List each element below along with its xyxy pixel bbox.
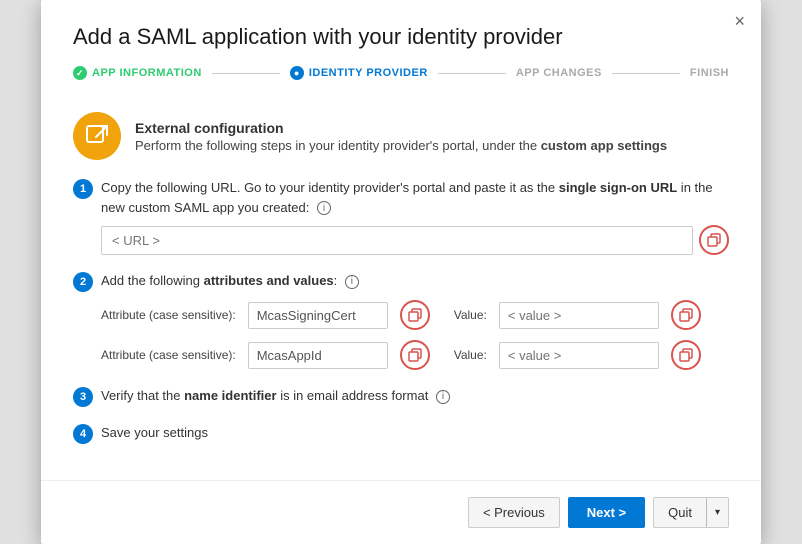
attr1-copy-button[interactable] xyxy=(400,300,430,330)
attr-input-1[interactable] xyxy=(248,302,388,329)
section-title: External configuration xyxy=(135,120,667,136)
step1-num: 1 xyxy=(73,179,93,199)
instruction-step2: 2 Add the following attributes and value… xyxy=(73,271,729,370)
step3-num: 3 xyxy=(73,387,93,407)
step1-info-icon[interactable]: i xyxy=(317,201,331,215)
section-description: External configuration Perform the follo… xyxy=(135,120,667,153)
section-header: External configuration Perform the follo… xyxy=(73,112,729,160)
next-button[interactable]: Next > xyxy=(568,497,645,528)
step-check-icon: ✓ xyxy=(73,66,87,80)
attr-label-1: Attribute (case sensitive): xyxy=(101,308,236,322)
step-divider-2 xyxy=(438,73,506,74)
url-copy-button[interactable] xyxy=(699,225,729,255)
value2-copy-button[interactable] xyxy=(671,340,701,370)
previous-button[interactable]: < Previous xyxy=(468,497,560,528)
step2-row: 2 Add the following attributes and value… xyxy=(73,271,729,292)
value-input-1[interactable] xyxy=(499,302,659,329)
step-divider-1 xyxy=(212,73,280,74)
step3-row: 3 Verify that the name identifier is in … xyxy=(73,386,729,407)
step2-num: 2 xyxy=(73,272,93,292)
step1-row: 1 Copy the following URL. Go to your ide… xyxy=(73,178,729,217)
dialog-footer: < Previous Next > Quit ▾ xyxy=(41,480,761,544)
attr2-copy-button[interactable] xyxy=(400,340,430,370)
attr-label-2: Attribute (case sensitive): xyxy=(101,348,236,362)
value-input-2[interactable] xyxy=(499,342,659,369)
step4-num: 4 xyxy=(73,424,93,444)
close-button[interactable]: × xyxy=(734,12,745,30)
step2-text: Add the following attributes and values:… xyxy=(101,271,729,291)
dialog-title: Add a SAML application with your identit… xyxy=(73,24,729,50)
quit-dropdown-arrow[interactable]: ▾ xyxy=(706,497,729,528)
attribute-row-1: Attribute (case sensitive): Value: xyxy=(101,300,729,330)
dialog: × Add a SAML application with your ident… xyxy=(41,0,761,544)
step4-text: Save your settings xyxy=(101,423,729,443)
step-divider-3 xyxy=(612,73,680,74)
nav-step-app-information: ✓ APP INFORMATION xyxy=(73,66,202,80)
external-config-icon xyxy=(73,112,121,160)
step-active-icon: ● xyxy=(290,66,304,80)
step1-text: Copy the following URL. Go to your ident… xyxy=(101,178,729,217)
quit-split-button: Quit ▾ xyxy=(653,497,729,528)
dialog-body: External configuration Perform the follo… xyxy=(41,112,761,480)
nav-step-identity-provider: ● IDENTITY PROVIDER xyxy=(290,66,428,80)
value1-copy-button[interactable] xyxy=(671,300,701,330)
step4-row: 4 Save your settings xyxy=(73,423,729,444)
steps-nav: ✓ APP INFORMATION ● IDENTITY PROVIDER AP… xyxy=(73,66,729,80)
attributes-grid: Attribute (case sensitive): Value: xyxy=(101,300,729,370)
dialog-header: Add a SAML application with your identit… xyxy=(41,0,761,112)
url-input[interactable] xyxy=(101,226,693,255)
attribute-row-2: Attribute (case sensitive): Value: xyxy=(101,340,729,370)
quit-button[interactable]: Quit xyxy=(653,497,706,528)
instruction-step3: 3 Verify that the name identifier is in … xyxy=(73,386,729,407)
step3-info-icon[interactable]: i xyxy=(436,390,450,404)
attr-input-2[interactable] xyxy=(248,342,388,369)
step1-input-row xyxy=(101,225,729,255)
step3-text: Verify that the name identifier is in em… xyxy=(101,386,729,406)
instruction-step1: 1 Copy the following URL. Go to your ide… xyxy=(73,178,729,255)
value-label-2: Value: xyxy=(454,348,487,362)
section-subtitle: Perform the following steps in your iden… xyxy=(135,138,667,153)
value-label-1: Value: xyxy=(454,308,487,322)
instruction-step4: 4 Save your settings xyxy=(73,423,729,444)
step2-info-icon[interactable]: i xyxy=(345,275,359,289)
nav-step-app-changes: APP CHANGES xyxy=(516,67,602,79)
nav-step-finish: FINISH xyxy=(690,67,729,79)
